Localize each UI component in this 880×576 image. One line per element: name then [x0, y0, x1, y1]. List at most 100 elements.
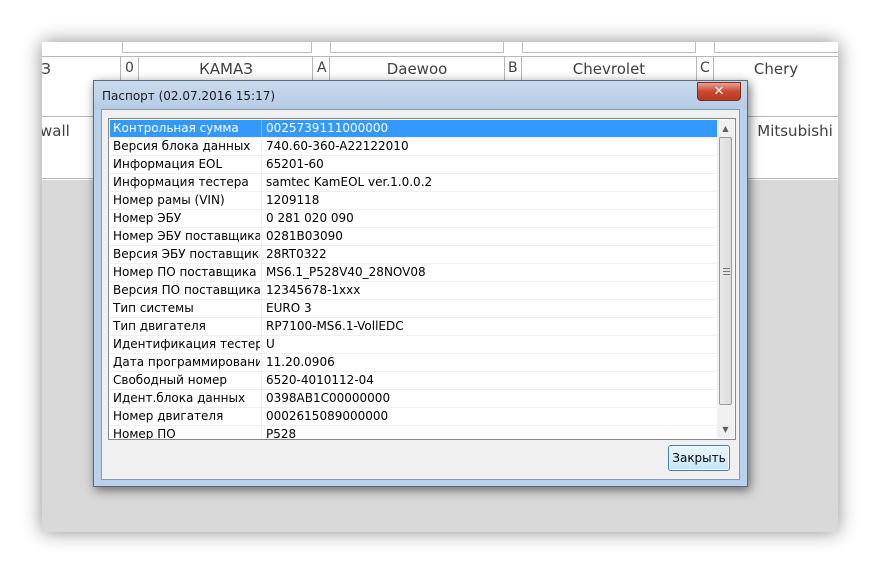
grip-line [723, 271, 730, 272]
column-separator [261, 156, 262, 173]
column-separator [261, 174, 262, 191]
column-separator [261, 192, 262, 209]
column-separator [261, 228, 262, 245]
row-label: Тип системы [113, 301, 194, 315]
table-row[interactable]: Номер ЭБУ поставщика 0281B03090 [110, 228, 718, 246]
row-label: Номер ЭБУ поставщика [113, 229, 260, 243]
column-separator [261, 336, 262, 353]
table-row[interactable]: Номер рамы (VIN) 1209118 [110, 192, 718, 210]
column-separator [261, 210, 262, 227]
brand-cell[interactable]: Chevrolet [522, 60, 696, 78]
table-row[interactable]: Идент.блока данных 0398AB1C00000000 [110, 390, 718, 408]
row-label: Дата программирования [113, 355, 260, 369]
row-value: P528 [266, 427, 297, 440]
table-row[interactable]: Номер ЭБУ 0 281 020 090 [110, 210, 718, 228]
row-label: Тип двигателя [113, 319, 206, 333]
table-row[interactable]: Номер ПО P528 [110, 426, 718, 440]
row-value: 0398AB1C00000000 [266, 391, 391, 405]
row-value: samtec KamEOL ver.1.0.0.2 [266, 175, 433, 189]
table-row[interactable]: Свободный номер 6520-4010112-04 [110, 372, 718, 390]
letter-cell: A [317, 60, 327, 76]
table-row[interactable]: Дата программирования 11.20.0906 [110, 354, 718, 372]
grid-slot [714, 42, 838, 53]
table-row[interactable]: Идентификация тестера U [110, 336, 718, 354]
row-value: 28RT0322 [266, 247, 327, 261]
table-row[interactable]: Тип системы EURO 3 [110, 300, 718, 318]
brand-cell[interactable]: З [42, 60, 56, 78]
column-separator [261, 390, 262, 407]
row-label: Свободный номер [113, 373, 228, 387]
grid-slot [122, 42, 312, 53]
scroll-thumb[interactable] [719, 137, 732, 405]
row-value: 0 281 020 090 [266, 211, 354, 225]
passport-table[interactable]: Контрольная сумма 0025739111000000 Версия … [108, 118, 736, 440]
column-separator [261, 354, 262, 371]
row-value: 1209118 [266, 193, 320, 207]
row-value: 0281B03090 [266, 229, 343, 243]
table-row[interactable]: Версия ЭБУ поставщика 28RT0322 [110, 246, 718, 264]
table-row[interactable]: Информация тестера samtec KamEOL ver.1.0.… [110, 174, 718, 192]
table-row[interactable]: Контрольная сумма 0025739111000000 [110, 120, 718, 138]
letter-cell: 0 [125, 60, 134, 76]
passport-dialog: Паспорт (02.07.2016 15:17) ✕ Контрольная… [93, 80, 748, 487]
table-row[interactable]: Номер ПО поставщика MS6.1_P528V40_28NOV08 [110, 264, 718, 282]
row-value: RP7100-MS6.1-VollEDC [266, 319, 404, 333]
dialog-titlebar[interactable]: Паспорт (02.07.2016 15:17) ✕ [94, 81, 747, 109]
brand-cell[interactable]: Mitsubishi [752, 122, 838, 140]
table-row[interactable]: Номер двигателя 0002615089000000 [110, 408, 718, 426]
column-separator [261, 318, 262, 335]
column-separator [261, 426, 262, 439]
dialog-client-area: Контрольная сумма 0025739111000000 Версия … [101, 109, 740, 480]
row-label: Версия ПО поставщика [113, 283, 260, 297]
grid-slot [522, 42, 696, 53]
window-close-button[interactable]: ✕ [697, 82, 741, 101]
vertical-scrollbar[interactable]: ▲ ▼ [717, 120, 734, 438]
column-separator [261, 246, 262, 263]
row-value: 11.20.0906 [266, 355, 335, 369]
row-value: 0025739111000000 [266, 121, 389, 135]
row-label: Номер рамы (VIN) [113, 193, 225, 207]
table-row[interactable]: Тип двигателя RP7100-MS6.1-VollEDC [110, 318, 718, 336]
brand-cell[interactable]: КАМАЗ [140, 60, 312, 78]
close-icon: ✕ [713, 84, 725, 99]
row-value: MS6.1_P528V40_28NOV08 [266, 265, 426, 279]
scroll-down-icon[interactable]: ▼ [717, 421, 734, 438]
row-label: Информация тестера [113, 175, 249, 189]
row-value: 6520-4010112-04 [266, 373, 374, 387]
row-value: EURO 3 [266, 301, 312, 315]
letter-cell: B [508, 60, 518, 76]
grid-line [42, 56, 838, 57]
row-value: 0002615089000000 [266, 409, 389, 423]
column-separator [261, 300, 262, 317]
row-value: 12345678-1xxx [266, 283, 361, 297]
grip-line [723, 268, 730, 269]
row-label: Версия ЭБУ поставщика [113, 247, 260, 261]
row-value: 65201-60 [266, 157, 324, 171]
brand-cell[interactable]: wall [42, 122, 80, 140]
brand-cell[interactable]: Chery [714, 60, 838, 78]
row-label: Контрольная сумма [113, 121, 239, 135]
row-label: Номер ПО поставщика [113, 265, 257, 279]
table-row[interactable]: Версия блока данных 740.60-360-A22122010 [110, 138, 718, 156]
row-label: Информация EOL [113, 157, 223, 171]
letter-cell: C [700, 60, 710, 76]
passport-rows: Контрольная сумма 0025739111000000 Версия … [110, 120, 718, 440]
column-separator [261, 408, 262, 425]
column-separator [261, 264, 262, 281]
row-label: Номер ЭБУ [113, 211, 182, 225]
grip-line [723, 274, 730, 275]
scroll-up-icon[interactable]: ▲ [717, 120, 734, 137]
table-row[interactable]: Информация EOL 65201-60 [110, 156, 718, 174]
column-separator [261, 282, 262, 299]
close-dialog-button[interactable]: Закрыть [668, 445, 730, 471]
row-label: Версия блока данных [113, 139, 251, 153]
row-label: Идент.блока данных [113, 391, 246, 405]
table-row[interactable]: Версия ПО поставщика 12345678-1xxx [110, 282, 718, 300]
column-separator [261, 372, 262, 389]
column-separator [261, 120, 262, 137]
row-label: Номер ПО [113, 427, 176, 440]
scroll-track[interactable] [718, 137, 733, 421]
row-label: Идентификация тестера [113, 337, 260, 351]
brand-cell[interactable]: Daewoo [330, 60, 504, 78]
dialog-title: Паспорт (02.07.2016 15:17) [102, 89, 276, 103]
